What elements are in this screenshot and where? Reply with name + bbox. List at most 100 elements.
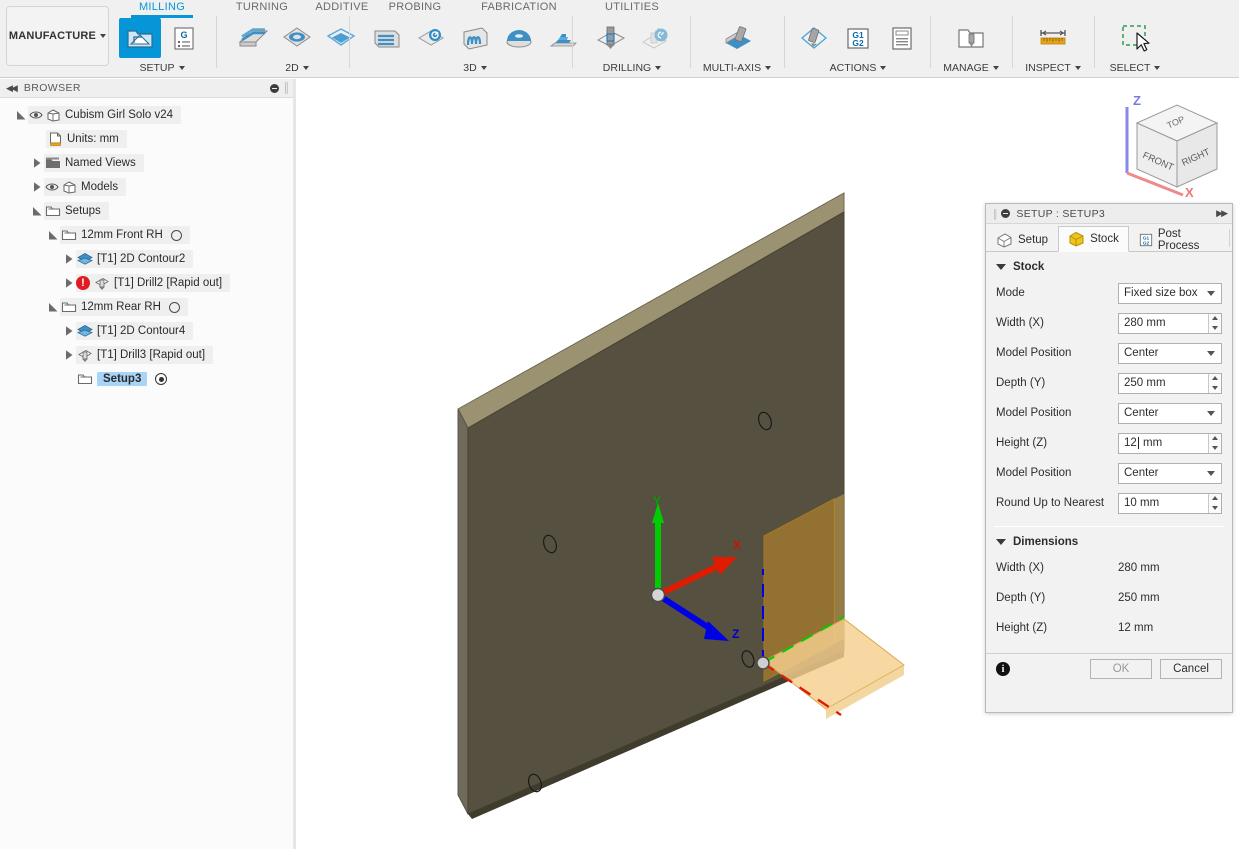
expand-toggle-icon[interactable]	[30, 202, 44, 220]
stepper-down-icon[interactable]	[1209, 503, 1221, 513]
new-folder-gcode-icon[interactable]: G	[163, 18, 205, 58]
expand-toggle-icon[interactable]	[62, 322, 76, 340]
ribbon-group-multiaxis-label[interactable]: MULTI-AXIS	[692, 62, 782, 74]
stepper-down-icon[interactable]	[1209, 383, 1221, 393]
expand-toggle-icon[interactable]	[30, 154, 44, 172]
text-cursor	[1137, 437, 1139, 449]
select-stock-mode[interactable]: Fixed size box	[1118, 282, 1222, 304]
ribbon-group-drilling-label[interactable]: DRILLING	[578, 62, 686, 74]
stepper-up-icon[interactable]	[1209, 494, 1221, 504]
ribbon-tabstrip: MILLING G SETUP TURNING ADDITIVE 2D PROB…	[112, 0, 1239, 78]
setup-status-circle-icon[interactable]	[170, 229, 182, 241]
expand-toggle-icon[interactable]	[62, 250, 76, 268]
tree-item-12mm-front-rh[interactable]: 12mm Front RH	[0, 223, 296, 247]
add-probe-icon[interactable]	[633, 18, 675, 58]
ribbon-group-manage-label[interactable]: MANAGE	[932, 62, 1010, 74]
ribbon-group-actions-label[interactable]: ACTIONS	[788, 62, 928, 74]
setup-sheet-icon[interactable]	[881, 18, 923, 58]
view-cube[interactable]: TOP FRONT RIGHT Z X	[1105, 89, 1233, 201]
ribbon-group-3d-label[interactable]: 3D	[360, 62, 590, 74]
stepper-down-icon[interactable]	[1209, 443, 1221, 453]
stepper-up-icon[interactable]	[1209, 374, 1221, 384]
dialog-collapse-icon[interactable]	[1001, 209, 1011, 218]
stepper-down-icon[interactable]	[1209, 323, 1221, 333]
setup-stock-dialog[interactable]: ║ SETUP : SETUP3 ▶▶ Setup Stock G1 G2 Po…	[985, 203, 1233, 713]
tab-stock[interactable]: Stock	[1058, 226, 1129, 252]
ribbon-tab-milling[interactable]: MILLING	[112, 1, 212, 13]
stock-section-header[interactable]: Stock	[986, 252, 1232, 278]
expand-toggle-icon[interactable]	[46, 298, 60, 316]
tree-item-2d-contour2[interactable]: [T1] 2D Contour2	[0, 247, 296, 271]
tab-setup[interactable]: Setup	[986, 226, 1058, 252]
ribbon-group-select-label[interactable]: SELECT	[1096, 62, 1174, 74]
wcs-label-y: Y	[653, 494, 662, 508]
pocket-toolpath-icon[interactable]	[276, 18, 318, 58]
select-model-position-x[interactable]: Center	[1118, 342, 1222, 364]
expand-toggle-icon[interactable]	[62, 346, 76, 364]
setup-active-radio-icon[interactable]	[155, 373, 168, 385]
dialog-tabs: Setup Stock G1 G2 Post Process	[986, 224, 1232, 252]
cancel-button[interactable]: Cancel	[1160, 659, 1222, 679]
tab-post-process[interactable]: G1 G2 Post Process	[1129, 226, 1227, 252]
measure-icon[interactable]	[1032, 18, 1074, 58]
input-height-z[interactable]: 12 mm	[1118, 432, 1222, 454]
adaptive-clearing-icon[interactable]	[366, 18, 408, 58]
parallel-3d-icon[interactable]	[454, 18, 496, 58]
tool-library-icon[interactable]	[950, 18, 992, 58]
tree-item-cubism-girl-solo[interactable]: Cubism Girl Solo v24	[0, 103, 296, 127]
browser-collapse-icon[interactable]	[269, 83, 279, 93]
multi-axis-toolpath-icon[interactable]	[716, 18, 758, 58]
tree-item-named-views[interactable]: Named Views	[0, 151, 296, 175]
ok-button[interactable]: OK	[1090, 659, 1152, 679]
manage-group-text: MANAGE	[943, 62, 989, 74]
error-badge-icon[interactable]: !	[76, 276, 90, 290]
input-depth-y[interactable]: 250 mm	[1118, 372, 1222, 394]
input-round-up[interactable]: 10 mm	[1118, 492, 1222, 514]
tree-item-drill2[interactable]: ! [T1] Drill2 [Rapid out]	[0, 271, 296, 295]
post-process-icon[interactable]: G1 G2	[837, 18, 879, 58]
ribbon-group-setup-label[interactable]: SETUP	[112, 62, 212, 74]
expand-toggle-icon[interactable]	[46, 226, 60, 244]
expand-toggle-icon[interactable]	[62, 274, 76, 292]
dialog-grip-icon[interactable]: ║	[992, 209, 998, 219]
select-model-position-y[interactable]: Center	[1118, 402, 1222, 424]
label-mode: Mode	[996, 287, 1025, 299]
panel-grip-icon[interactable]: ║	[283, 83, 290, 94]
tree-item-units[interactable]: Units: mm	[0, 127, 296, 151]
select-model-position-z[interactable]: Center	[1118, 462, 1222, 484]
visibility-eye-icon[interactable]	[28, 106, 44, 124]
scallop-3d-icon[interactable]	[498, 18, 540, 58]
tree-item-setups[interactable]: Setups	[0, 199, 296, 223]
field-row-height-z: Height (Z) 12 mm	[986, 428, 1232, 458]
collapse-left-icon[interactable]: ◀◀	[6, 83, 18, 94]
tree-item-12mm-rear-rh[interactable]: 12mm Rear RH	[0, 295, 296, 319]
tree-item-2d-contour4[interactable]: [T1] 2D Contour4	[0, 319, 296, 343]
wcs-label-x: X	[733, 538, 742, 552]
new-setup-icon[interactable]	[119, 18, 161, 58]
select-window-icon[interactable]	[1114, 18, 1156, 58]
expand-right-icon[interactable]: ▶▶	[1216, 208, 1228, 219]
ribbon-group-inspect-label[interactable]: INSPECT	[1014, 62, 1092, 74]
contour-toolpath-icon[interactable]	[320, 18, 362, 58]
tree-item-models[interactable]: Models	[0, 175, 296, 199]
workspace-switcher-button[interactable]: MANUFACTURE	[6, 6, 109, 66]
stepper-up-icon[interactable]	[1209, 434, 1221, 444]
tree-item-setup3[interactable]: Setup3	[0, 367, 296, 391]
tree-item-label: Named Views	[65, 157, 136, 169]
simulate-icon[interactable]	[793, 18, 835, 58]
info-icon[interactable]: i	[996, 662, 1010, 676]
face-toolpath-icon[interactable]	[232, 18, 274, 58]
drill-icon[interactable]	[589, 18, 631, 58]
input-width-x[interactable]: 280 mm	[1118, 312, 1222, 334]
dimensions-section-header[interactable]: Dimensions	[986, 527, 1232, 553]
visibility-eye-icon[interactable]	[44, 178, 60, 196]
setup-status-circle-icon[interactable]	[168, 301, 180, 313]
tree-item-drill3[interactable]: [T1] Drill3 [Rapid out]	[0, 343, 296, 367]
ribbon-group-multiaxis: MULTI-AXIS	[692, 0, 782, 78]
expand-toggle-icon[interactable]	[30, 178, 44, 196]
expand-toggle-icon[interactable]	[14, 106, 28, 124]
dialog-titlebar[interactable]: ║ SETUP : SETUP3 ▶▶	[986, 204, 1232, 224]
dimension-value-height: 12 mm	[1118, 622, 1154, 634]
probe-wcs-icon[interactable]	[410, 18, 452, 58]
stepper-up-icon[interactable]	[1209, 314, 1221, 324]
